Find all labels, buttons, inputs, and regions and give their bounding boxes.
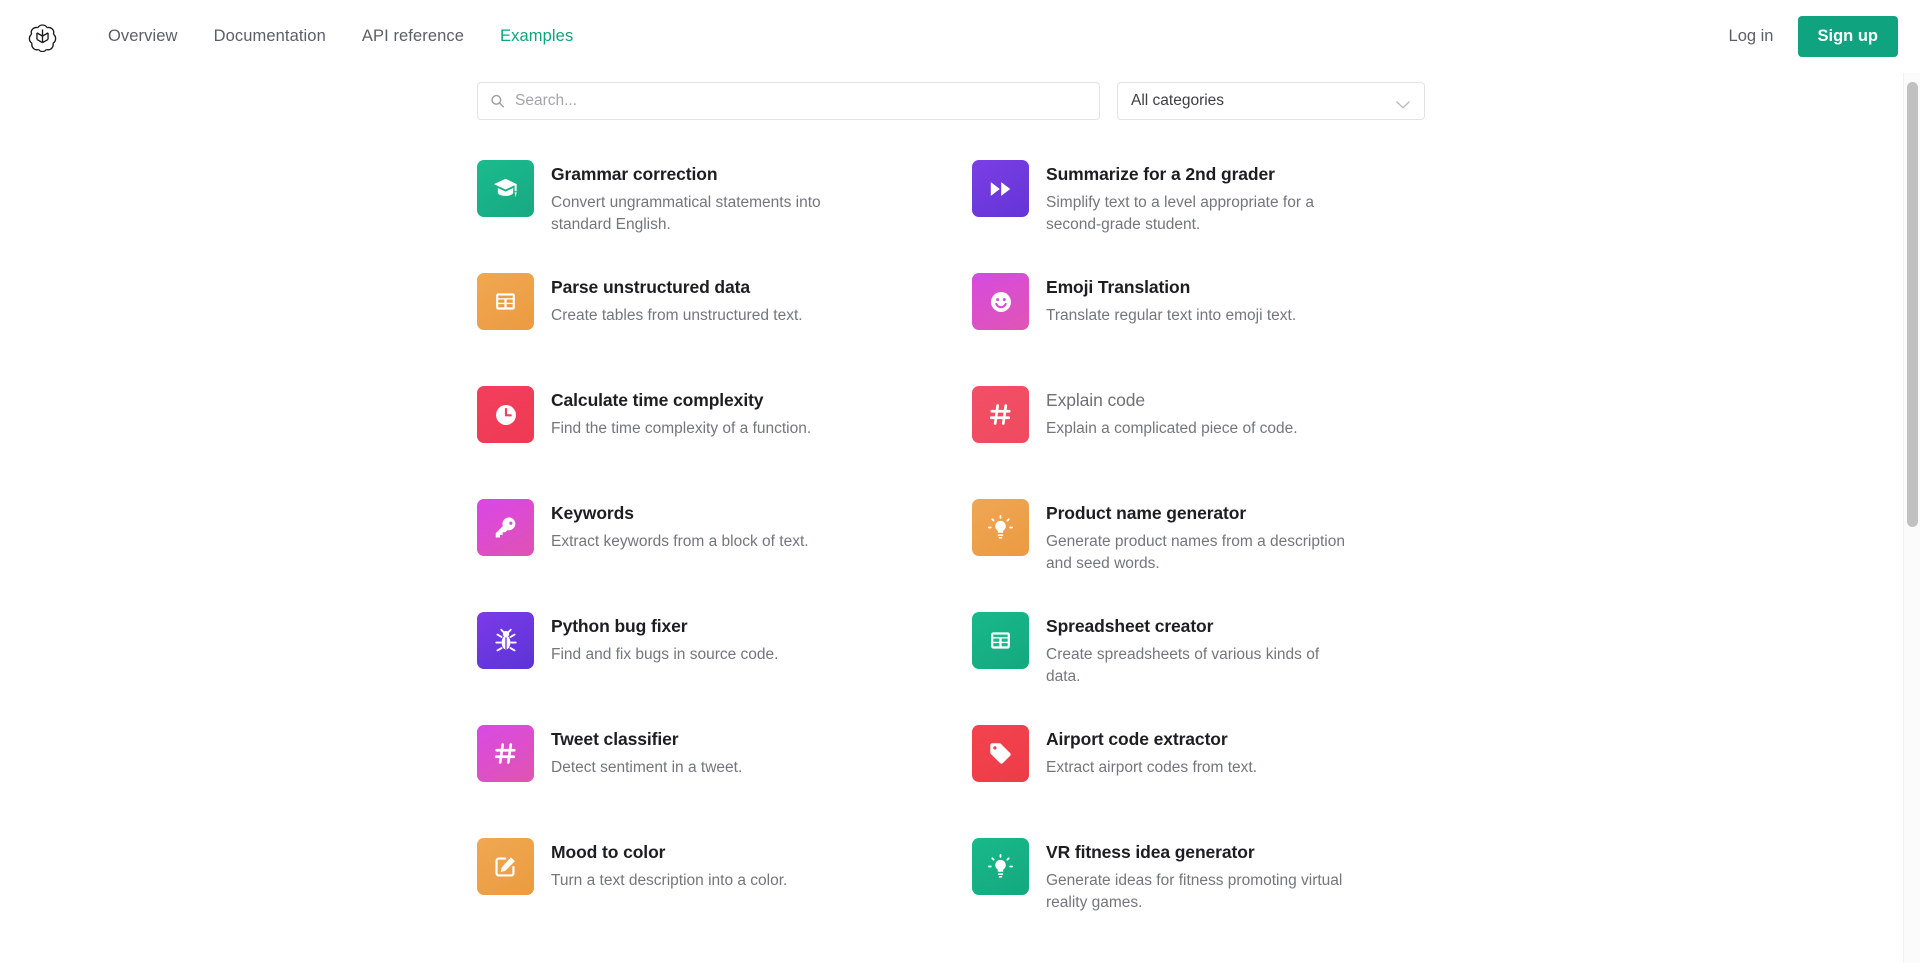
category-filter-value: All categories bbox=[1131, 92, 1225, 109]
examples-grid: Grammar correction Convert ungrammatical … bbox=[477, 157, 1920, 948]
search-input[interactable] bbox=[515, 92, 1099, 110]
example-card-description: Explain a complicated piece of code. bbox=[1046, 419, 1298, 437]
example-card-body: Grammar correction Convert ungrammatical … bbox=[551, 157, 851, 236]
example-card-description: Translate regular text into emoji text. bbox=[1046, 306, 1297, 324]
example-card-title: Product name generator bbox=[1046, 503, 1247, 523]
example-card[interactable]: Summarize for a 2nd grader Simplify text … bbox=[972, 157, 1372, 270]
example-card-title: Airport code extractor bbox=[1046, 729, 1228, 749]
primary-nav: Overview Documentation API reference Exa… bbox=[90, 19, 591, 54]
filter-bar: All categories bbox=[477, 82, 1920, 120]
example-card-body: Python bug fixer Find and fix bugs in sou… bbox=[551, 609, 778, 666]
example-card-description: Generate product names from a descriptio… bbox=[1046, 532, 1345, 572]
example-card-title: Grammar correction bbox=[551, 164, 718, 184]
examples-page-content: All categories Grammar correction Convert… bbox=[0, 73, 1920, 948]
example-card[interactable]: Mood to color Turn a text description int… bbox=[477, 835, 877, 948]
example-card-description: Detect sentiment in a tweet. bbox=[551, 758, 743, 776]
example-card-body: VR fitness idea generator Generate ideas … bbox=[1046, 835, 1346, 914]
example-card-body: Mood to color Turn a text description int… bbox=[551, 835, 787, 892]
example-card[interactable]: Airport code extractor Extract airport co… bbox=[972, 722, 1372, 835]
example-card[interactable]: Spreadsheet creator Create spreadsheets o… bbox=[972, 609, 1372, 722]
nav-item-overview[interactable]: Overview bbox=[90, 19, 196, 54]
example-card-body: Keywords Extract keywords from a block of… bbox=[551, 496, 809, 553]
log-in-link[interactable]: Log in bbox=[1711, 18, 1792, 55]
example-card-body: Airport code extractor Extract airport co… bbox=[1046, 722, 1257, 779]
graduation-cap-icon bbox=[477, 160, 534, 217]
hash-icon bbox=[477, 725, 534, 782]
lightbulb-icon bbox=[972, 838, 1029, 895]
example-card-title: Calculate time complexity bbox=[551, 390, 764, 410]
lightbulb-icon bbox=[972, 499, 1029, 556]
example-card-title: Summarize for a 2nd grader bbox=[1046, 164, 1275, 184]
sign-up-button[interactable]: Sign up bbox=[1797, 16, 1898, 57]
vertical-scrollbar-track[interactable] bbox=[1903, 73, 1920, 963]
example-card-description: Generate ideas for fitness promoting vir… bbox=[1046, 871, 1343, 911]
example-card-description: Convert ungrammatical statements into st… bbox=[551, 193, 821, 233]
example-card-body: Spreadsheet creator Create spreadsheets o… bbox=[1046, 609, 1346, 688]
example-card-title: Tweet classifier bbox=[551, 729, 679, 749]
example-card[interactable]: VR fitness idea generator Generate ideas … bbox=[972, 835, 1372, 948]
nav-item-documentation[interactable]: Documentation bbox=[196, 19, 344, 54]
table-icon bbox=[477, 273, 534, 330]
example-card-description: Extract keywords from a block of text. bbox=[551, 532, 809, 550]
search-icon bbox=[490, 94, 505, 109]
vertical-scrollbar-thumb[interactable] bbox=[1907, 81, 1918, 527]
example-card-description: Create tables from unstructured text. bbox=[551, 306, 803, 324]
example-card[interactable]: Explain code Explain a complicated piece … bbox=[972, 383, 1372, 496]
example-card-title: Emoji Translation bbox=[1046, 277, 1191, 297]
example-card-title: Mood to color bbox=[551, 842, 666, 862]
page-scroll-region: All categories Grammar correction Convert… bbox=[0, 73, 1920, 963]
example-card-title: Explain code bbox=[1046, 390, 1146, 410]
pencil-square-icon bbox=[477, 838, 534, 895]
example-card-body: Parse unstructured data Create tables fro… bbox=[551, 270, 803, 327]
example-card-title: Python bug fixer bbox=[551, 616, 688, 636]
bug-icon bbox=[477, 612, 534, 669]
example-card-description: Find the time complexity of a function. bbox=[551, 419, 812, 437]
example-card-body: Product name generator Generate product n… bbox=[1046, 496, 1346, 575]
openai-logo-icon[interactable] bbox=[26, 21, 58, 53]
example-card-title: VR fitness idea generator bbox=[1046, 842, 1255, 862]
example-card-description: Find and fix bugs in source code. bbox=[551, 645, 779, 663]
example-card[interactable]: Emoji Translation Translate regular text … bbox=[972, 270, 1372, 383]
example-card-description: Create spreadsheets of various kinds of … bbox=[1046, 645, 1320, 685]
example-card-description: Extract airport codes from text. bbox=[1046, 758, 1258, 776]
example-card-body: Tweet classifier Detect sentiment in a tw… bbox=[551, 722, 742, 779]
example-card-body: Explain code Explain a complicated piece … bbox=[1046, 383, 1298, 440]
search-box[interactable] bbox=[477, 82, 1100, 120]
example-card-title: Spreadsheet creator bbox=[1046, 616, 1214, 636]
hash-icon bbox=[972, 386, 1029, 443]
example-card-description: Simplify text to a level appropriate for… bbox=[1046, 193, 1314, 233]
site-header: Overview Documentation API reference Exa… bbox=[0, 0, 1920, 73]
example-card[interactable]: Product name generator Generate product n… bbox=[972, 496, 1372, 609]
example-card-body: Emoji Translation Translate regular text … bbox=[1046, 270, 1296, 327]
header-actions: Log in Sign up bbox=[1711, 16, 1898, 57]
fast-forward-icon bbox=[972, 160, 1029, 217]
tag-icon bbox=[972, 725, 1029, 782]
example-card[interactable]: Parse unstructured data Create tables fro… bbox=[477, 270, 877, 383]
chevron-down-icon bbox=[1396, 97, 1410, 109]
example-card-body: Calculate time complexity Find the time c… bbox=[551, 383, 811, 440]
category-filter-select[interactable]: All categories bbox=[1117, 82, 1425, 120]
key-icon bbox=[477, 499, 534, 556]
spreadsheet-icon bbox=[972, 612, 1029, 669]
nav-item-examples[interactable]: Examples bbox=[482, 19, 591, 54]
example-card[interactable]: Python bug fixer Find and fix bugs in sou… bbox=[477, 609, 877, 722]
example-card[interactable]: Calculate time complexity Find the time c… bbox=[477, 383, 877, 496]
nav-item-api-reference[interactable]: API reference bbox=[344, 19, 482, 54]
smiley-face-icon bbox=[972, 273, 1029, 330]
example-card-body: Summarize for a 2nd grader Simplify text … bbox=[1046, 157, 1346, 236]
example-card-title: Parse unstructured data bbox=[551, 277, 751, 297]
clock-icon bbox=[477, 386, 534, 443]
example-card-title: Keywords bbox=[551, 503, 634, 523]
example-card[interactable]: Grammar correction Convert ungrammatical … bbox=[477, 157, 877, 270]
example-card[interactable]: Tweet classifier Detect sentiment in a tw… bbox=[477, 722, 877, 835]
example-card-description: Turn a text description into a color. bbox=[551, 871, 788, 889]
example-card[interactable]: Keywords Extract keywords from a block of… bbox=[477, 496, 877, 609]
